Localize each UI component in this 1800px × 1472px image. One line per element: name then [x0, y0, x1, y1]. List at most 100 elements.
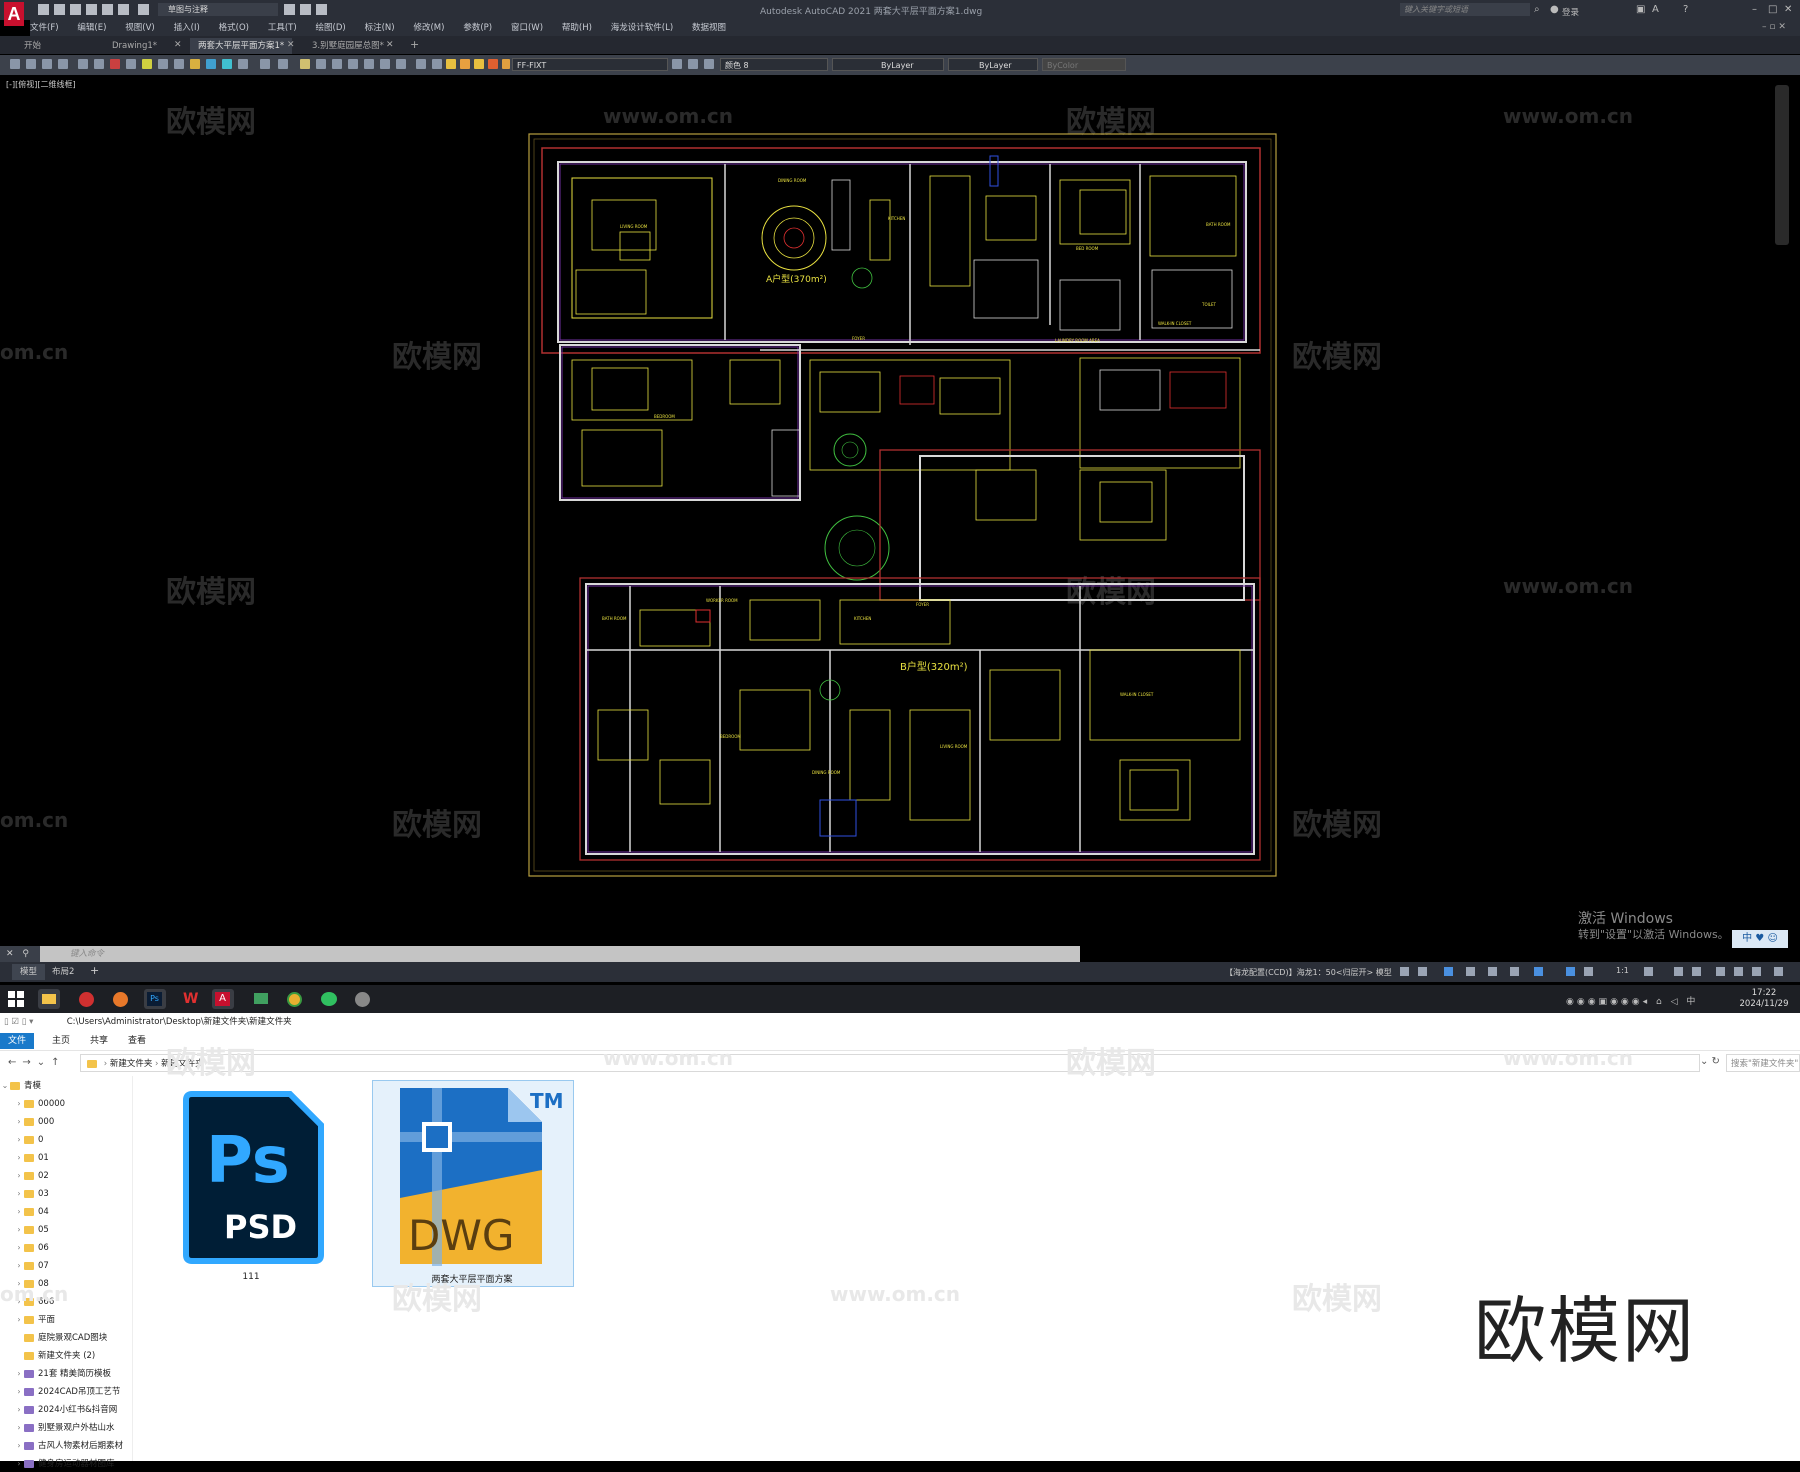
layer-dropdown[interactable]: FF-FIXT: [512, 58, 668, 71]
properties-icon[interactable]: [300, 4, 311, 15]
new-tab-icon[interactable]: +: [410, 38, 419, 51]
search-input[interactable]: 键入关键字或短语: [1400, 3, 1530, 16]
hardware-icon[interactable]: [1716, 967, 1725, 976]
menu-file[interactable]: 文件(F): [30, 23, 59, 33]
paste-icon[interactable]: [158, 59, 168, 69]
tree-item[interactable]: › 03: [14, 1186, 144, 1202]
maximize-icon[interactable]: □: [1768, 4, 1777, 15]
zoom-previous-icon[interactable]: [348, 59, 358, 69]
layer-manager-icon[interactable]: [416, 59, 426, 69]
lineweight-icon[interactable]: [1534, 967, 1543, 976]
menu-dataview[interactable]: 数据视图: [692, 23, 726, 33]
layer-swatch-icon[interactable]: [502, 59, 510, 69]
system-tray[interactable]: ◉◉◉▣◉◉◉◂ ⌂ ◁ 中: [1566, 994, 1716, 1007]
login-link[interactable]: 登录: [1562, 6, 1579, 18]
tree-item[interactable]: › 02: [14, 1168, 144, 1184]
customize-status-icon[interactable]: [1774, 967, 1783, 976]
plot-icon[interactable]: [102, 4, 113, 15]
layer-lock-icon[interactable]: [460, 59, 470, 69]
layer-on-icon[interactable]: [432, 59, 442, 69]
chrome-icon[interactable]: [284, 989, 306, 1009]
tree-item[interactable]: › 2024CAD吊顶工艺节: [14, 1384, 144, 1400]
autoscale-icon[interactable]: [1584, 967, 1593, 976]
zoom-realtime-icon[interactable]: [316, 59, 326, 69]
tree-item[interactable]: › 07: [14, 1258, 144, 1274]
undo-icon[interactable]: [118, 4, 129, 15]
file-name[interactable]: 111: [170, 1272, 332, 1282]
ribbon-tab-home[interactable]: 主页: [44, 1033, 78, 1049]
app-icon[interactable]: [76, 989, 98, 1009]
add-layout-icon[interactable]: +: [90, 964, 99, 977]
tree-item[interactable]: › 健身房运动器材图库: [14, 1456, 144, 1472]
matchprop-icon[interactable]: [174, 59, 184, 69]
new-icon[interactable]: [10, 59, 20, 69]
workspace-icon[interactable]: [1644, 967, 1653, 976]
remote-desktop-icon[interactable]: [250, 989, 272, 1009]
close-tab-icon[interactable]: ✕: [287, 40, 295, 50]
app-icon[interactable]: [352, 989, 374, 1009]
explorer-search-input[interactable]: 搜索"新建文件夹": [1726, 1054, 1800, 1072]
polar-icon[interactable]: [1466, 967, 1475, 976]
new-icon[interactable]: [38, 4, 49, 15]
osnap-icon[interactable]: [1488, 967, 1497, 976]
close-icon[interactable]: ✕: [6, 949, 14, 959]
a360-icon[interactable]: A: [1652, 4, 1659, 15]
tree-item[interactable]: 新建文件夹 (2): [14, 1348, 144, 1364]
ribbon-tab-share[interactable]: 共享: [82, 1033, 116, 1049]
viewport-controls[interactable]: [-][俯视][二维线框]: [6, 79, 76, 90]
open-icon[interactable]: [26, 59, 36, 69]
tab-villa-site[interactable]: 3.别墅庭园屋总图*: [304, 38, 392, 54]
menu-draw[interactable]: 绘图(D): [316, 23, 346, 33]
menu-modify[interactable]: 修改(M): [413, 23, 444, 33]
refresh-icon[interactable]: ⌄ ↻: [1700, 1056, 1720, 1067]
navigation-bar[interactable]: [1775, 85, 1789, 245]
tab-model[interactable]: 模型: [12, 964, 46, 980]
tree-item[interactable]: › 0: [14, 1132, 144, 1148]
workspace-dropdown[interactable]: 草图与注释: [158, 3, 278, 16]
breadcrumb-item[interactable]: 新建文件夹: [110, 1059, 153, 1069]
user-icon[interactable]: ●: [1550, 4, 1559, 15]
tree-item[interactable]: › 04: [14, 1204, 144, 1220]
save-icon[interactable]: [70, 4, 81, 15]
command-input[interactable]: 键入命令: [40, 946, 1080, 962]
menu-format[interactable]: 格式(O): [219, 23, 249, 33]
autocad-taskbar-icon[interactable]: A: [212, 989, 234, 1009]
layer-freeze-icon[interactable]: [446, 59, 456, 69]
menu-parametric[interactable]: 参数(P): [463, 23, 492, 33]
status-text[interactable]: 【海龙配置(CCD)】海龙1：50<归层开> 模型: [1225, 967, 1392, 978]
print-icon[interactable]: [58, 59, 68, 69]
menu-tools[interactable]: 工具(T): [268, 23, 297, 33]
layer-state-icon[interactable]: [488, 59, 498, 69]
isolate-icon[interactable]: [1692, 967, 1701, 976]
tree-item[interactable]: › 000: [14, 1114, 144, 1130]
psd-file-icon[interactable]: Ps PSD: [182, 1090, 325, 1265]
pan-icon[interactable]: [300, 59, 310, 69]
tree-item-root[interactable]: ⌄ 青模: [0, 1078, 130, 1094]
floor-plan-drawing[interactable]: A户型(370m²) B户型(320m²) LIVING ROOM DINING…: [520, 110, 1290, 880]
tree-item[interactable]: › 平面: [14, 1312, 144, 1328]
tab-floorplan[interactable]: 两套大平层平面方案1*: [190, 38, 293, 54]
preview-icon[interactable]: [78, 59, 88, 69]
block-icon[interactable]: [206, 59, 216, 69]
tree-item[interactable]: › 古风人物素材后期素材: [14, 1438, 144, 1454]
match-icon[interactable]: [316, 4, 327, 15]
layer-match-icon[interactable]: [704, 59, 714, 69]
ribbon-tab-view[interactable]: 查看: [120, 1033, 154, 1049]
snap-icon[interactable]: [1418, 967, 1427, 976]
nav-arrows[interactable]: ←→⌄↑: [8, 1057, 66, 1068]
menu-view[interactable]: 视图(V): [125, 23, 154, 33]
close-icon[interactable]: ✕: [1784, 4, 1792, 15]
help-icon[interactable]: ?: [1683, 4, 1688, 15]
plotstyle-dropdown[interactable]: ByColor: [1042, 58, 1126, 71]
tree-item[interactable]: 庭院景观CAD图块: [14, 1330, 144, 1346]
search-icon[interactable]: ⌕: [1534, 4, 1540, 15]
open-icon[interactable]: [54, 4, 65, 15]
close-tab-icon[interactable]: ✕: [174, 40, 182, 50]
hatch-icon[interactable]: [222, 59, 232, 69]
layer-icon[interactable]: [284, 4, 295, 15]
design-center-icon[interactable]: [380, 59, 390, 69]
menu-dimension[interactable]: 标注(N): [365, 23, 395, 33]
layer-previous-icon[interactable]: [688, 59, 698, 69]
file-explorer-icon[interactable]: [38, 989, 60, 1009]
undo-icon[interactable]: [260, 59, 270, 69]
